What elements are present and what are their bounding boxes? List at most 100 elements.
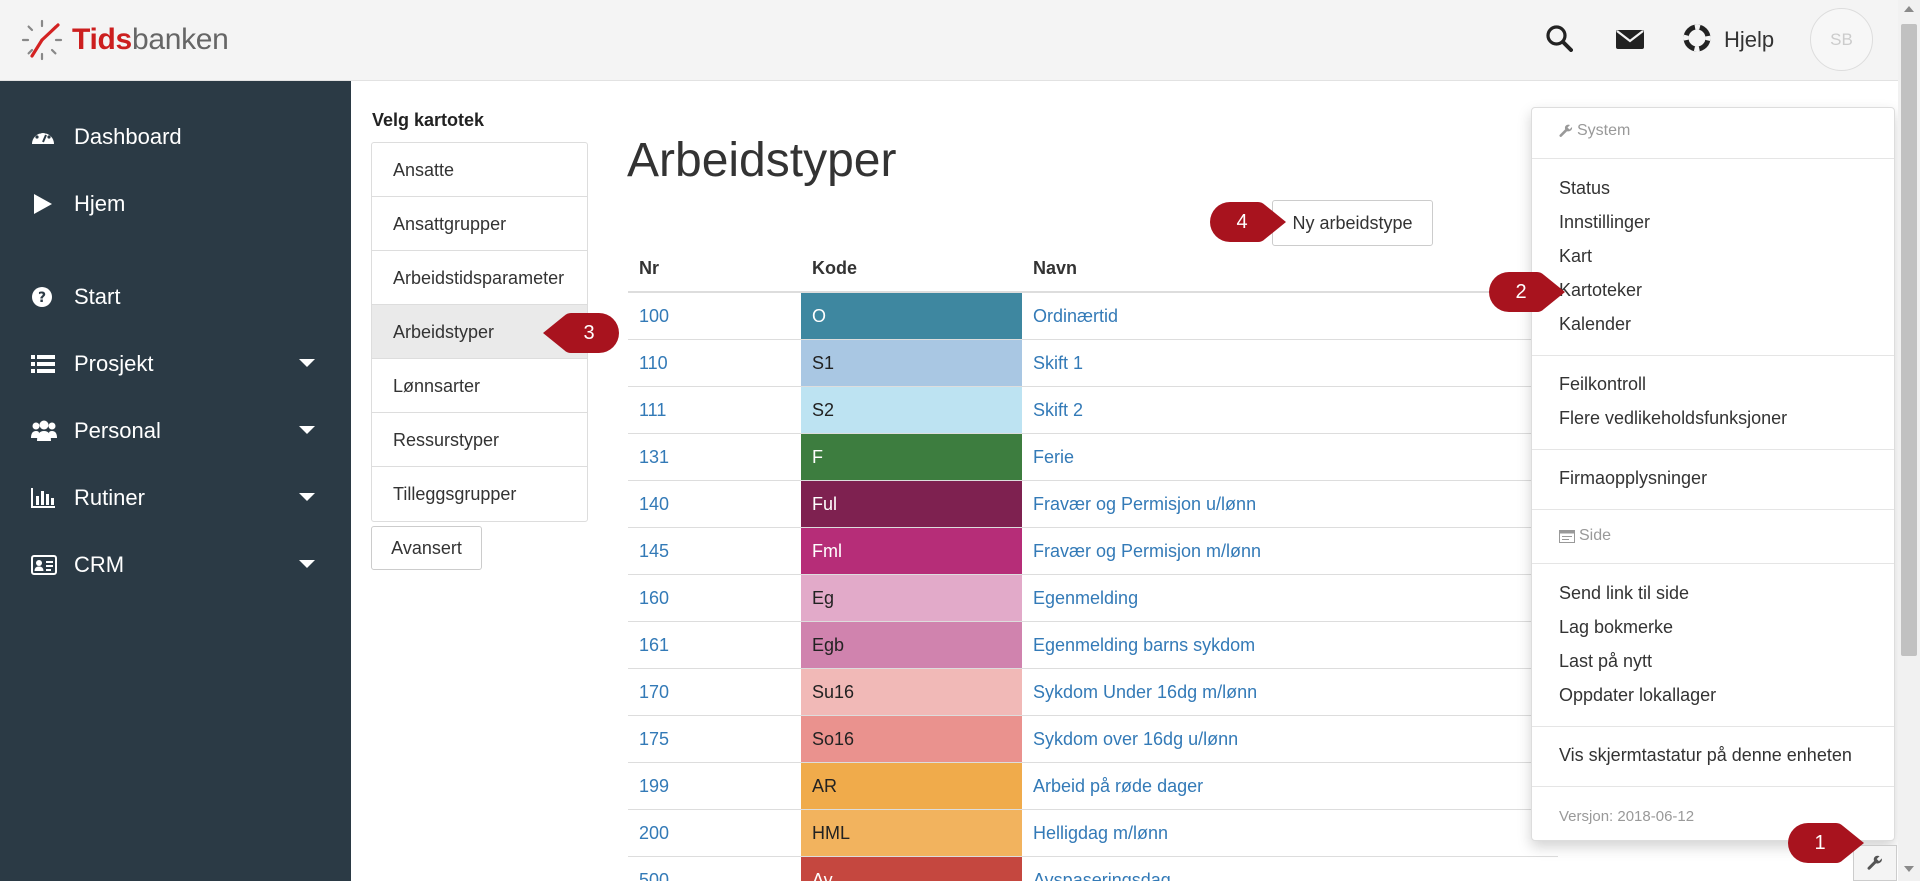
table-row[interactable]: 140 Ful Fravær og Permisjon u/lønn xyxy=(628,481,1558,528)
lifebuoy-icon[interactable] xyxy=(1683,24,1711,57)
table-row[interactable]: 131 F Ferie xyxy=(628,434,1558,481)
table-row[interactable]: 160 Eg Egenmelding xyxy=(628,575,1558,622)
row-nr-link[interactable]: 160 xyxy=(639,588,669,609)
table-row[interactable]: 200 HML Helligdag m/lønn xyxy=(628,810,1558,857)
menu-item-innstillinger[interactable]: Innstillinger xyxy=(1559,212,1650,233)
menu-item-vedlikehold[interactable]: Flere vedlikeholdsfunksjoner xyxy=(1559,408,1787,429)
row-navn-link[interactable]: Helligdag m/lønn xyxy=(1033,823,1168,844)
row-navn-link[interactable]: Skift 2 xyxy=(1033,400,1083,421)
row-nr-link[interactable]: 170 xyxy=(639,682,669,703)
menu-item-skjermtastatur[interactable]: Vis skjermtastatur på denne enheten xyxy=(1559,745,1852,766)
kartotek-item-ansatte[interactable]: Ansatte xyxy=(372,143,587,197)
menu-item-kalender[interactable]: Kalender xyxy=(1559,314,1631,335)
menu-item-last-pa-nytt[interactable]: Last på nytt xyxy=(1559,651,1652,672)
row-kode-cell: S1 xyxy=(801,340,1022,386)
kartotek-item-ressurstyper[interactable]: Ressurstyper xyxy=(372,413,587,467)
sidebar-item-rutiner[interactable]: Rutiner xyxy=(0,473,351,523)
row-navn-link[interactable]: Sykdom Under 16dg m/lønn xyxy=(1033,682,1257,703)
row-nr-link[interactable]: 140 xyxy=(639,494,669,515)
scrollbar-thumb[interactable] xyxy=(1901,24,1917,656)
row-nr-link[interactable]: 110 xyxy=(639,353,668,374)
row-kode-cell: Egb xyxy=(801,622,1022,668)
column-header-nr[interactable]: Nr xyxy=(639,258,659,279)
row-navn-link[interactable]: Sykdom over 16dg u/lønn xyxy=(1033,729,1238,750)
table-row[interactable]: 170 Su16 Sykdom Under 16dg m/lønn xyxy=(628,669,1558,716)
tidsbanken-logo[interactable]: Tidsbanken xyxy=(20,18,229,62)
menu-item-status[interactable]: Status xyxy=(1559,178,1610,199)
table-row[interactable]: 199 AR Arbeid på røde dager xyxy=(628,763,1558,810)
sidebar-item-dashboard[interactable]: Dashboard xyxy=(0,112,351,162)
table-row[interactable]: 111 S2 Skift 2 xyxy=(628,387,1558,434)
row-kode-cell: Av xyxy=(801,857,1022,881)
row-kode-cell: Ful xyxy=(801,481,1022,527)
column-header-navn[interactable]: Navn xyxy=(1033,258,1077,279)
id-card-icon xyxy=(31,554,57,576)
search-icon[interactable] xyxy=(1545,24,1573,57)
row-nr-link[interactable]: 199 xyxy=(639,776,669,797)
menu-item-send-link[interactable]: Send link til side xyxy=(1559,583,1689,604)
menu-divider xyxy=(1532,449,1894,450)
play-icon xyxy=(31,193,55,215)
row-nr-link[interactable]: 200 xyxy=(639,823,669,844)
row-nr-link[interactable]: 161 xyxy=(639,635,669,656)
scroll-up-arrow-icon[interactable] xyxy=(1904,6,1914,12)
row-nr-link[interactable]: 500 xyxy=(639,870,669,881)
step-number: 3 xyxy=(583,321,595,344)
menu-divider xyxy=(1532,509,1894,510)
row-navn-link[interactable]: Arbeid på røde dager xyxy=(1033,776,1203,797)
row-navn-link[interactable]: Ordinærtid xyxy=(1033,306,1118,327)
table-row[interactable]: 161 Egb Egenmelding barns sykdom xyxy=(628,622,1558,669)
row-kode-cell: F xyxy=(801,434,1022,480)
row-navn-link[interactable]: Avspaseringsdag xyxy=(1033,870,1171,881)
kartotek-item-lonnsarter[interactable]: Lønnsarter xyxy=(372,359,587,413)
wrench-icon xyxy=(1867,855,1882,870)
menu-item-oppdater-lokallager[interactable]: Oppdater lokallager xyxy=(1559,685,1716,706)
logo-text-tids: Tids xyxy=(72,23,132,56)
sidebar-item-start[interactable]: ? Start xyxy=(0,272,351,322)
sidebar-item-personal[interactable]: Personal xyxy=(0,406,351,456)
row-navn-link[interactable]: Egenmelding xyxy=(1033,588,1138,609)
row-nr-link[interactable]: 145 xyxy=(639,541,669,562)
sidebar-item-label: Rutiner xyxy=(74,485,145,510)
user-avatar[interactable]: SB xyxy=(1810,8,1873,71)
advanced-button[interactable]: Avansert xyxy=(371,526,482,570)
row-nr-link[interactable]: 131 xyxy=(639,447,669,468)
menu-item-kartoteker[interactable]: Kartoteker xyxy=(1559,280,1642,301)
kartotek-item-ansattgrupper[interactable]: Ansattgrupper xyxy=(372,197,587,251)
sidebar-item-crm[interactable]: CRM xyxy=(0,540,351,590)
menu-divider xyxy=(1532,355,1894,356)
column-header-kode[interactable]: Kode xyxy=(812,258,857,279)
sidebar-item-hjem[interactable]: Hjem xyxy=(0,179,351,229)
table-row[interactable]: 500 Av Avspaseringsdag xyxy=(628,857,1558,881)
table-row[interactable]: 110 S1 Skift 1 xyxy=(628,340,1558,387)
table-row[interactable]: 100 O Ordinærtid xyxy=(628,293,1558,340)
table-row[interactable]: 175 So16 Sykdom over 16dg u/lønn xyxy=(628,716,1558,763)
menu-item-bokmerke[interactable]: Lag bokmerke xyxy=(1559,617,1673,638)
help-link[interactable]: Hjelp xyxy=(1724,27,1774,53)
menu-divider xyxy=(1532,563,1894,564)
step-number: 4 xyxy=(1236,210,1248,233)
sidebar-item-label: Hjem xyxy=(74,191,126,216)
menu-item-firmaopplysninger[interactable]: Firmaopplysninger xyxy=(1559,468,1707,489)
page-section-header: Side xyxy=(1559,527,1611,545)
kartotek-item-tilleggsgrupper[interactable]: Tilleggsgrupper xyxy=(372,467,587,521)
sidebar-item-prosjekt[interactable]: Prosjekt xyxy=(0,339,351,389)
menu-item-kart[interactable]: Kart xyxy=(1559,246,1592,267)
row-nr-link[interactable]: 111 xyxy=(639,400,666,421)
mail-icon[interactable] xyxy=(1616,28,1644,55)
scroll-down-arrow-icon[interactable] xyxy=(1904,866,1914,872)
kartotek-item-arbeidstidsparameter[interactable]: Arbeidstidsparameter xyxy=(372,251,587,305)
row-navn-link[interactable]: Egenmelding barns sykdom xyxy=(1033,635,1255,656)
row-nr-link[interactable]: 175 xyxy=(639,729,669,750)
table-header: Nr Kode Navn xyxy=(628,248,1558,293)
row-navn-link[interactable]: Ferie xyxy=(1033,447,1074,468)
row-nr-link[interactable]: 100 xyxy=(639,306,669,327)
new-worktype-button[interactable]: Ny arbeidstype xyxy=(1272,200,1433,246)
menu-item-feilkontroll[interactable]: Feilkontroll xyxy=(1559,374,1646,395)
row-navn-link[interactable]: Skift 1 xyxy=(1033,353,1083,374)
row-navn-link[interactable]: Fravær og Permisjon m/lønn xyxy=(1033,541,1261,562)
row-navn-link[interactable]: Fravær og Permisjon u/lønn xyxy=(1033,494,1256,515)
table-row[interactable]: 145 Fml Fravær og Permisjon m/lønn xyxy=(628,528,1558,575)
row-kode-cell: HML xyxy=(801,810,1022,856)
dashboard-icon xyxy=(31,126,55,148)
